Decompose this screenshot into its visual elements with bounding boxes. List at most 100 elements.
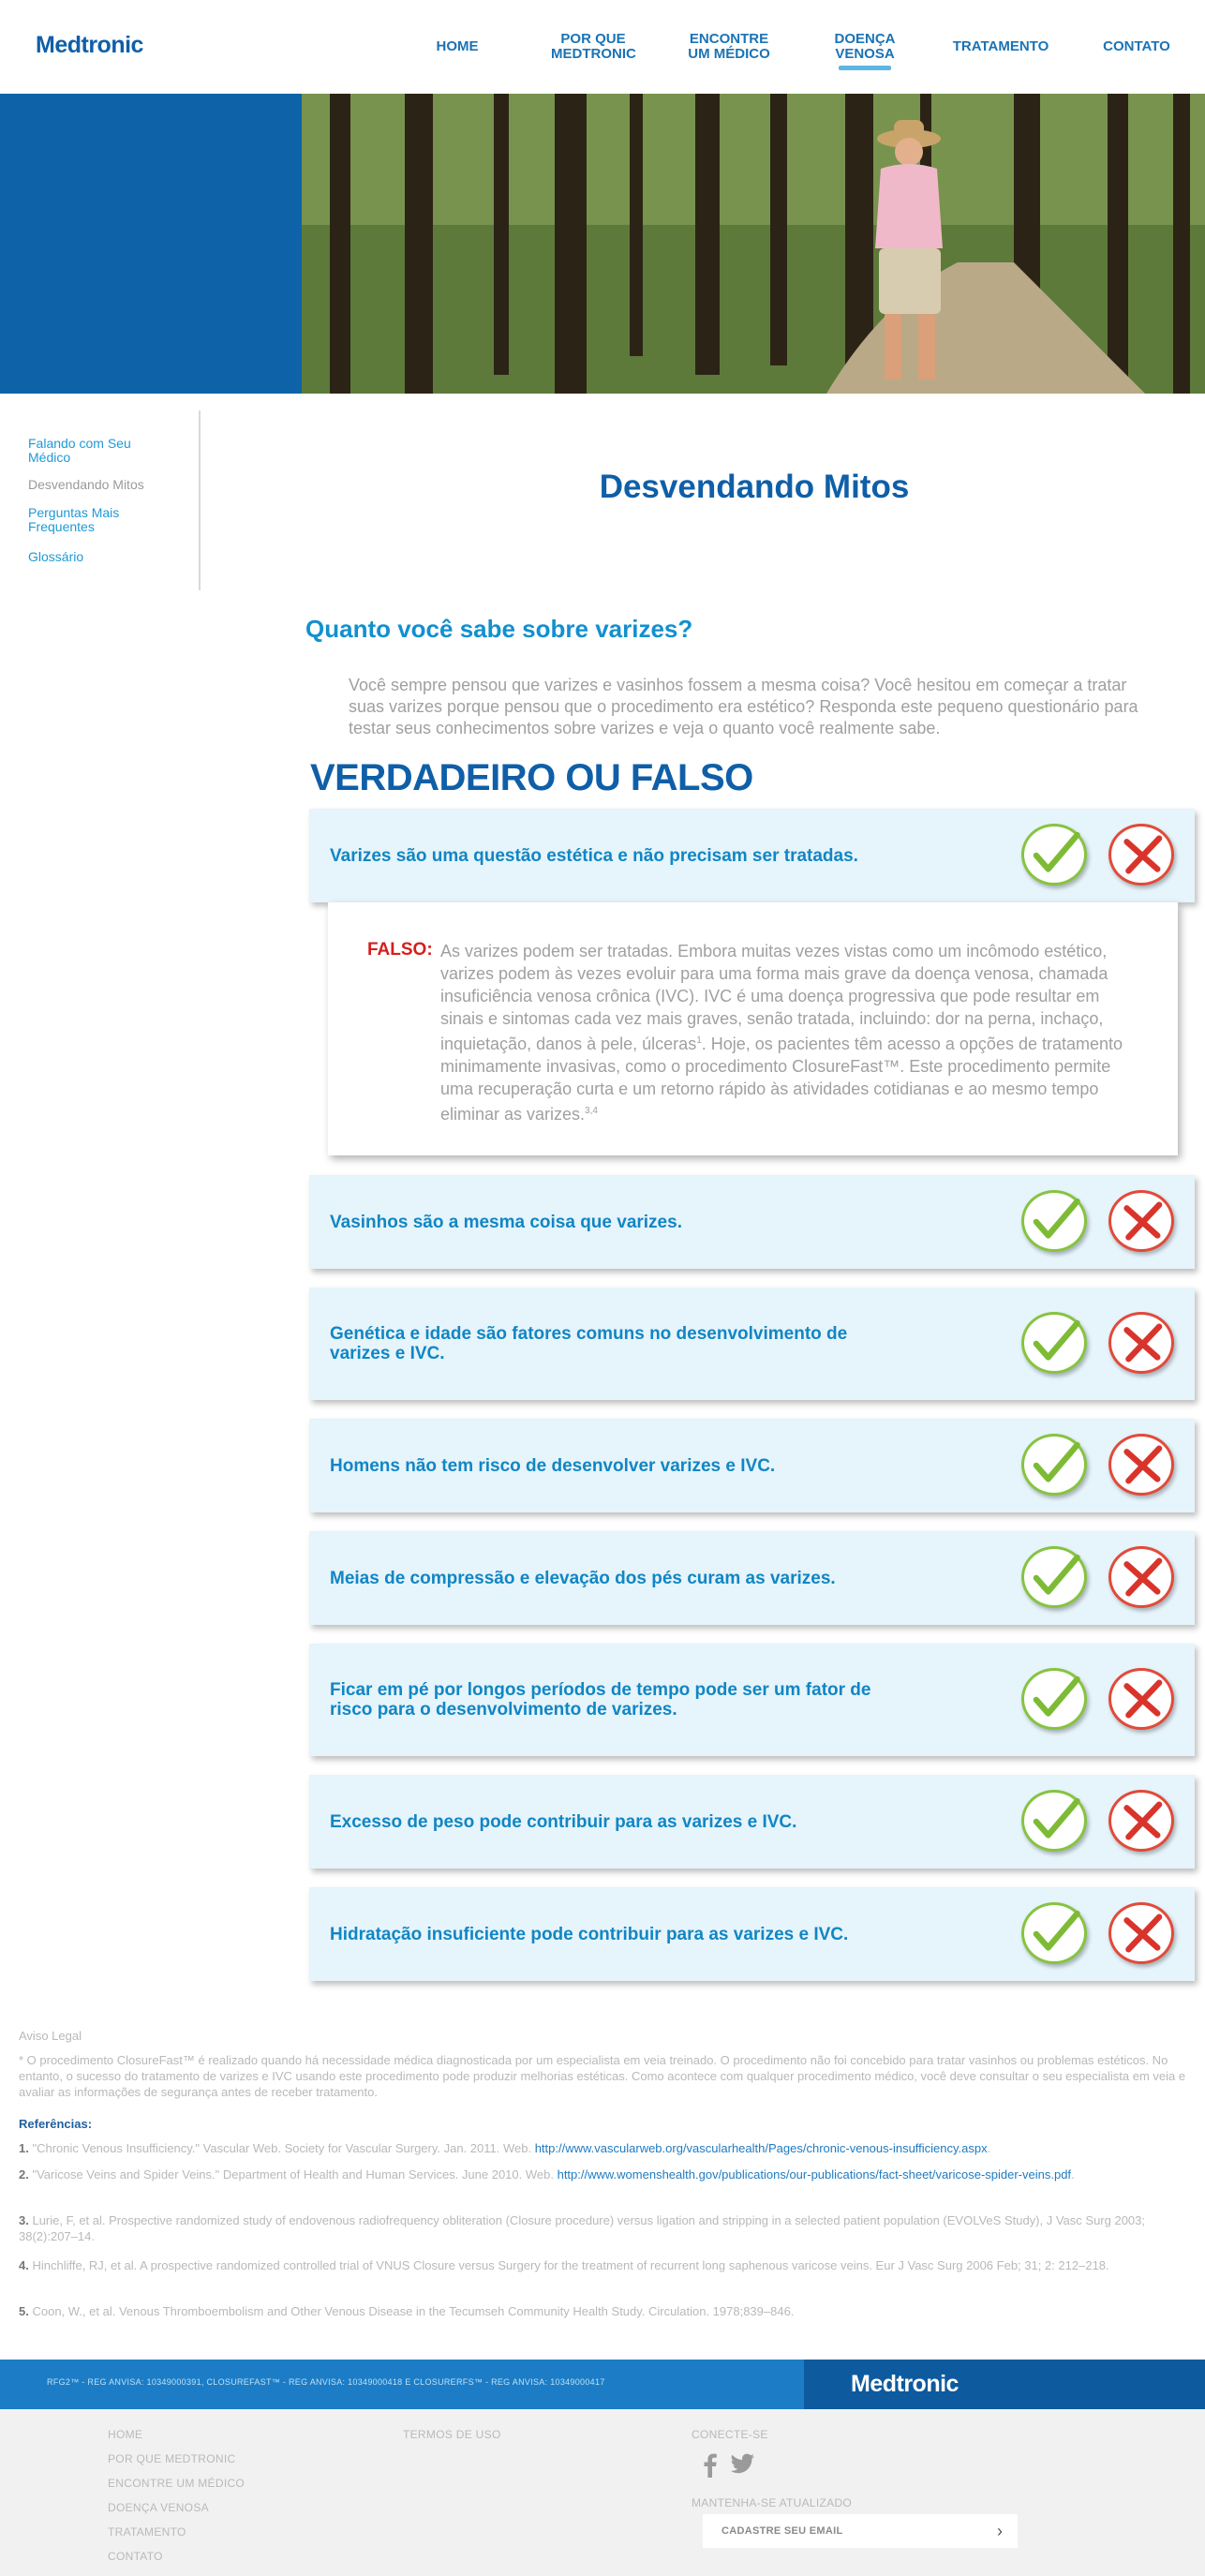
footer-link-doenca-venosa[interactable]: DOENÇA VENOSA xyxy=(108,2501,245,2525)
cross-icon xyxy=(1123,1679,1163,1719)
checkmark-icon xyxy=(1033,1198,1080,1239)
footer-link-encontre-medico[interactable]: ENCONTRE UM MÉDICO xyxy=(108,2477,245,2501)
footer-link-tratamento[interactable]: TRATAMENTO xyxy=(108,2525,245,2550)
chevron-right-icon[interactable]: › xyxy=(997,2522,1003,2541)
true-button[interactable] xyxy=(1021,824,1087,886)
social-links xyxy=(703,2453,755,2478)
sidebar-item-glossario[interactable]: Glossário xyxy=(28,550,169,564)
nav-encontre-medico[interactable]: ENCONTRE UM MÉDICO xyxy=(673,0,785,94)
nav-label: ENCONTRE UM MÉDICO xyxy=(688,31,770,62)
question-text: Homens não tem risco de desenvolver vari… xyxy=(330,1455,776,1476)
cross-icon xyxy=(1123,1201,1163,1241)
facebook-icon[interactable] xyxy=(703,2453,718,2478)
reference-link[interactable]: http://www.womenshealth.gov/publications… xyxy=(558,2167,1071,2181)
site-header: Medtronic HOME POR QUE MEDTRONIC ENCONTR… xyxy=(0,0,1205,94)
false-button[interactable] xyxy=(1108,1902,1174,1964)
nav-contato[interactable]: CONTATO xyxy=(1080,0,1193,94)
question-card: Varizes são uma questão estética e não p… xyxy=(309,809,1195,902)
question-card: Meias de compressão e elevação dos pés c… xyxy=(309,1531,1195,1625)
question-text: Genética e idade são fatores comuns no d… xyxy=(330,1324,848,1363)
nav-doenca-venosa[interactable]: DOENÇA VENOSA xyxy=(809,0,921,94)
true-button[interactable] xyxy=(1021,1312,1087,1374)
cross-icon xyxy=(1123,835,1163,874)
footer-link-contato[interactable]: CONTATO xyxy=(108,2550,245,2574)
cross-icon xyxy=(1123,1557,1163,1597)
sidebar-item-falando-com-medico[interactable]: Falando com Seu Médico xyxy=(28,437,169,465)
question-card: Excesso de peso pode contribuir para as … xyxy=(309,1775,1195,1869)
quiz-heading: VERDADEIRO OU FALSO xyxy=(310,757,753,798)
question-card: Homens não tem risco de desenvolver vari… xyxy=(309,1419,1195,1512)
footer-terms-link[interactable]: TERMOS DE USO xyxy=(403,2428,501,2441)
hero-blue-panel xyxy=(0,94,302,394)
intro-text: Você sempre pensou que varizes e vasinho… xyxy=(349,676,1138,737)
false-button[interactable] xyxy=(1108,1312,1174,1374)
true-button[interactable] xyxy=(1021,1902,1087,1964)
question-card: Vasinhos são a mesma coisa que varizes. xyxy=(309,1175,1195,1269)
sidebar-nav: Falando com Seu Médico Desvendando Mitos… xyxy=(0,410,201,590)
checkmark-icon xyxy=(1033,1675,1080,1717)
question-text: Vasinhos são a mesma coisa que varizes. xyxy=(330,1212,682,1232)
false-button[interactable] xyxy=(1108,1546,1174,1608)
question-card: Hidratação insuficiente pode contribuir … xyxy=(309,1887,1195,1981)
nav-label: HOME xyxy=(436,38,479,54)
question-card: Ficar em pé por longos períodos de tempo… xyxy=(309,1644,1195,1756)
true-button[interactable] xyxy=(1021,1790,1087,1852)
question-card: Genética e idade são fatores comuns no d… xyxy=(309,1288,1195,1400)
checkmark-icon xyxy=(1033,1319,1080,1361)
cross-icon xyxy=(1123,1913,1163,1953)
sidebar-item-desvendando-mitos[interactable]: Desvendando Mitos xyxy=(28,478,169,492)
legal-disclaimer: * O procedimento ClosureFast™ é realizad… xyxy=(19,2053,1186,2099)
twitter-icon[interactable] xyxy=(731,2453,755,2474)
answer-panel: FALSO: As varizes podem ser tratadas. Em… xyxy=(328,902,1178,1155)
footer-connect-label: CONECTE-SE xyxy=(692,2428,768,2441)
cross-icon xyxy=(1123,1445,1163,1484)
question-text: Hidratação insuficiente pode contribuir … xyxy=(330,1924,849,1944)
nav-label: TRATAMENTO xyxy=(952,38,1049,54)
nav-home[interactable]: HOME xyxy=(401,0,513,94)
false-button[interactable] xyxy=(1108,1668,1174,1730)
reference-item: 2. "Varicose Veins and Spider Veins." De… xyxy=(19,2167,1075,2181)
false-button[interactable] xyxy=(1108,1434,1174,1496)
true-button[interactable] xyxy=(1021,1190,1087,1252)
legal-title: Aviso Legal xyxy=(19,2029,82,2043)
reference-item: 3. Lurie, F, et al. Prospective randomiz… xyxy=(19,2213,1146,2243)
checkmark-icon xyxy=(1033,1441,1080,1482)
hero-image xyxy=(302,94,1205,394)
reference-link[interactable]: http://www.vascularweb.org/vascularhealt… xyxy=(535,2141,988,2155)
registration-text: RFG2™ - REG ANVISA: 10349000391, CLOSURE… xyxy=(47,2377,605,2387)
reference-item: 4. Hinchliffe, RJ, et al. A prospective … xyxy=(19,2258,1109,2272)
footer-links: HOME POR QUE MEDTRONIC ENCONTRE UM MÉDIC… xyxy=(108,2428,245,2574)
false-button[interactable] xyxy=(1108,1790,1174,1852)
false-button[interactable] xyxy=(1108,1190,1174,1252)
reference-item: 5. Coon, W., et al. Venous Thromboemboli… xyxy=(19,2304,795,2318)
footer-link-home[interactable]: HOME xyxy=(108,2428,245,2452)
true-button[interactable] xyxy=(1021,1668,1087,1730)
true-button[interactable] xyxy=(1021,1434,1087,1496)
forest-photo xyxy=(302,94,1205,394)
email-placeholder: CADASTRE SEU EMAIL xyxy=(722,2525,843,2537)
page-title: Desvendando Mitos xyxy=(599,469,910,505)
checkmark-icon xyxy=(1033,1554,1080,1595)
footer-logo-box: Medtronic xyxy=(804,2360,1205,2409)
nav-tratamento[interactable]: TRATAMENTO xyxy=(945,0,1057,94)
reference-item: 1. "Chronic Venous Insufficiency." Vascu… xyxy=(19,2141,991,2155)
nav-label: POR QUE MEDTRONIC xyxy=(551,31,636,62)
nav-por-que-medtronic[interactable]: POR QUE MEDTRONIC xyxy=(537,0,649,94)
question-text: Excesso de peso pode contribuir para as … xyxy=(330,1811,797,1832)
answer-text: As varizes podem ser tratadas. Embora mu… xyxy=(440,942,1123,1124)
question-text: Ficar em pé por longos períodos de tempo… xyxy=(330,1680,871,1720)
email-signup-field[interactable]: CADASTRE SEU EMAIL › xyxy=(703,2514,1018,2548)
cross-icon xyxy=(1123,1323,1163,1362)
false-button[interactable] xyxy=(1108,824,1174,886)
newsletter-label: MANTENHA-SE ATUALIZADO xyxy=(692,2496,853,2509)
footer-logo[interactable]: Medtronic xyxy=(851,2371,959,2398)
answer-label: FALSO: xyxy=(367,940,433,960)
true-button[interactable] xyxy=(1021,1546,1087,1608)
nav-label: CONTATO xyxy=(1103,38,1170,54)
footer-link-por-que-medtronic[interactable]: POR QUE MEDTRONIC xyxy=(108,2452,245,2477)
sidebar-item-perguntas-frequentes[interactable]: Perguntas Mais Frequentes xyxy=(28,506,169,534)
footer: HOME POR QUE MEDTRONIC ENCONTRE UM MÉDIC… xyxy=(0,2409,1205,2576)
medtronic-logo[interactable]: Medtronic xyxy=(36,32,143,59)
nav-label: DOENÇA VENOSA xyxy=(834,31,896,62)
checkmark-icon xyxy=(1033,1797,1080,1839)
